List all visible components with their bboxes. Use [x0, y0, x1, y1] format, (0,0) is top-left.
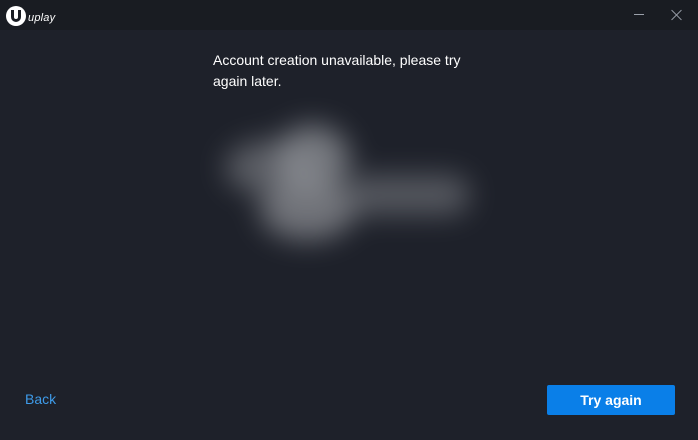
uplay-logo: uplay [6, 6, 55, 26]
close-icon [671, 9, 683, 21]
error-message: Account creation unavailable, please try… [213, 52, 461, 89]
illustration-shape [260, 180, 355, 240]
minimize-button[interactable] [622, 0, 656, 30]
back-link[interactable]: Back [25, 391, 56, 407]
try-again-button[interactable]: Try again [547, 385, 675, 415]
title-bar[interactable]: uplay [0, 0, 698, 30]
uplay-logo-text: uplay [28, 12, 56, 24]
close-button[interactable] [660, 0, 694, 30]
blurred-illustration [200, 110, 500, 260]
illustration-shape [345, 175, 470, 215]
minimize-icon [634, 14, 644, 15]
uplay-logo-icon [6, 6, 26, 26]
uplay-window: uplay Account creation unavailable, plea… [0, 0, 698, 440]
